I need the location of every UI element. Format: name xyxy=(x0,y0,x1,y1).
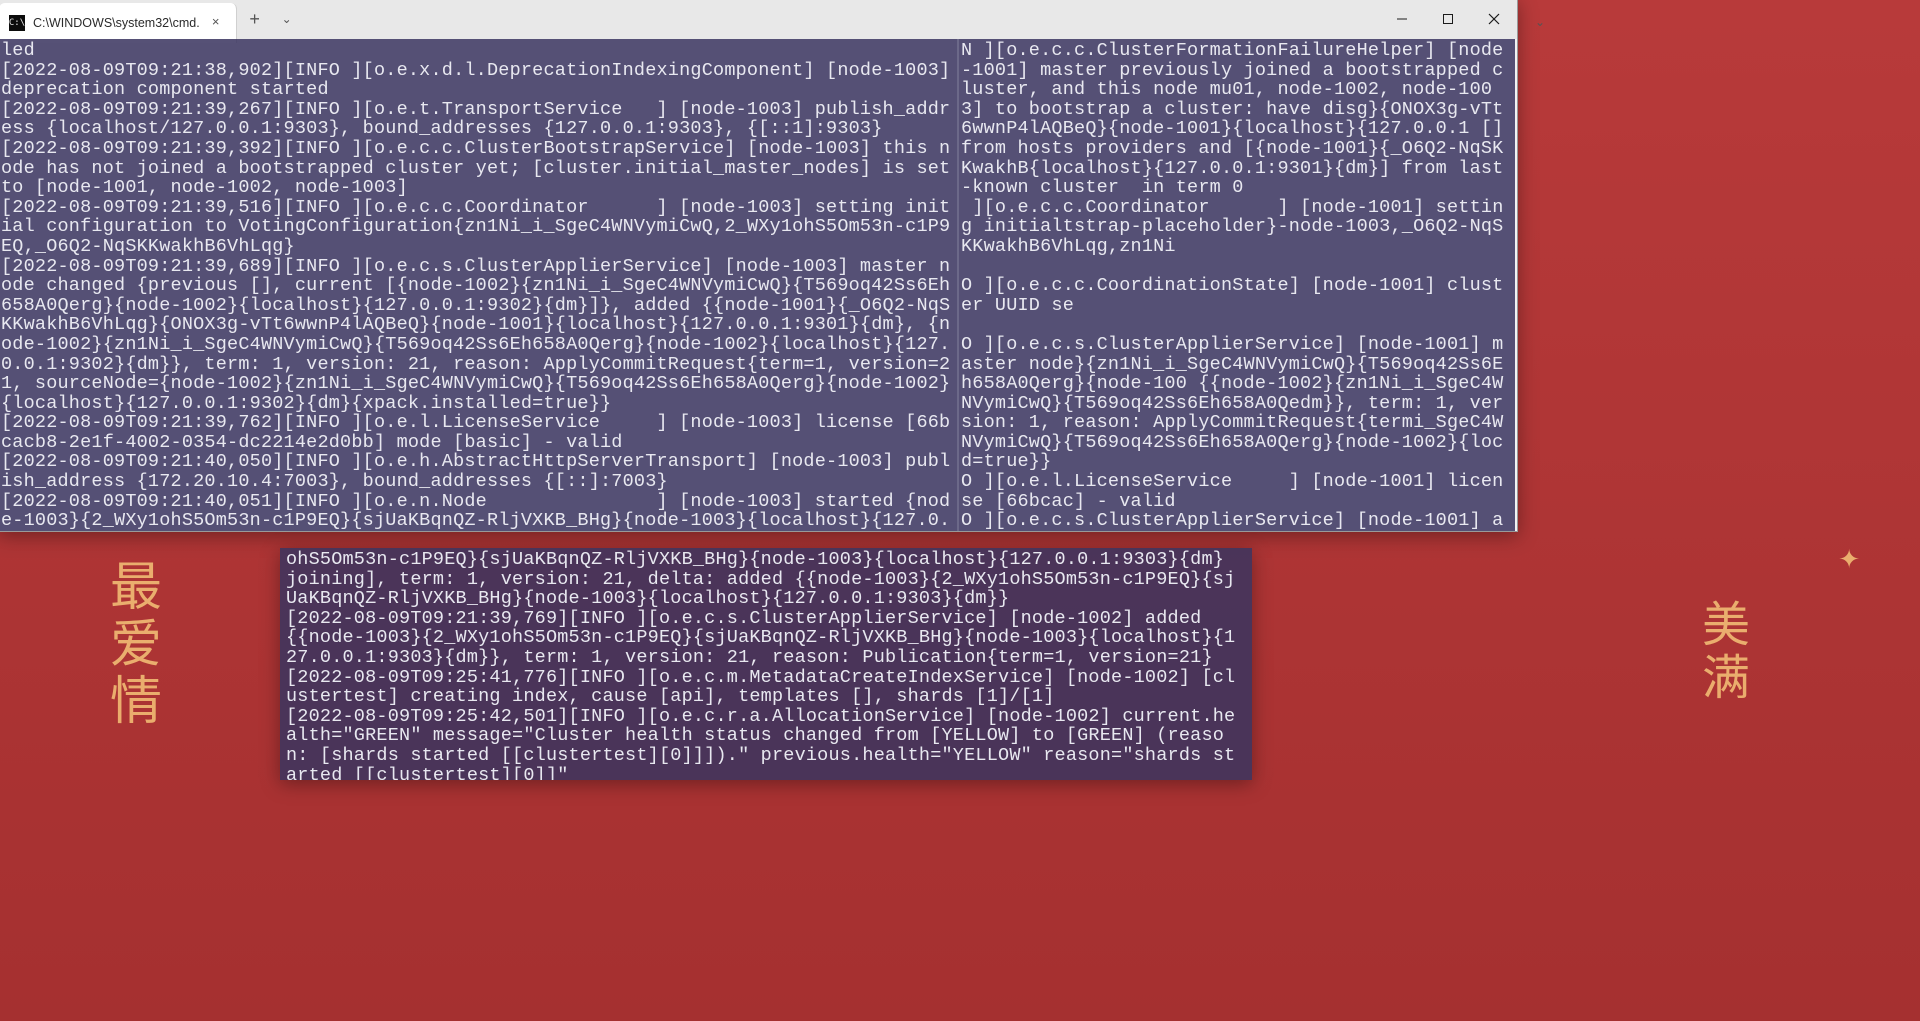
new-tab-button[interactable]: + xyxy=(237,0,273,39)
maximize-icon xyxy=(1442,13,1454,25)
tab-title: C:\WINDOWS\system32\cmd. xyxy=(33,16,200,30)
terminal-pane-left[interactable]: led [2022-08-09T09:21:38,902][INFO ][o.e… xyxy=(0,39,959,531)
close-icon xyxy=(1488,13,1500,25)
terminal-window: C:\ C:\WINDOWS\system32\cmd. × + ⌄ led [… xyxy=(0,0,1518,532)
tab-dropdown-button[interactable]: ⌄ xyxy=(273,0,301,39)
wallpaper-text-left: 最 爱 情 xyxy=(110,560,164,732)
minimize-icon xyxy=(1396,13,1408,25)
tab-cmd[interactable]: C:\ C:\WINDOWS\system32\cmd. × xyxy=(0,3,237,43)
terminal-pane-right[interactable]: N ][o.e.c.c.ClusterFormationFailureHelpe… xyxy=(959,39,1515,531)
wallpaper-star-icon: ✦ xyxy=(1838,545,1860,574)
cmd-icon: C:\ xyxy=(9,15,25,31)
tab-close-button[interactable]: × xyxy=(208,15,224,31)
terminal-pane-bottom[interactable]: ohS5Om53n-c1P9EQ}{sjUaKBqnQZ-RljVXKB_BHg… xyxy=(280,548,1252,780)
minimize-button[interactable] xyxy=(1379,0,1425,39)
close-button[interactable] xyxy=(1471,0,1517,39)
tab-dropdown-icon[interactable]: ⌄ xyxy=(1528,10,1552,34)
titlebar[interactable]: C:\ C:\WINDOWS\system32\cmd. × + ⌄ xyxy=(0,0,1517,39)
maximize-button[interactable] xyxy=(1425,0,1471,39)
wallpaper-text-right: 美 满 xyxy=(1702,600,1750,706)
